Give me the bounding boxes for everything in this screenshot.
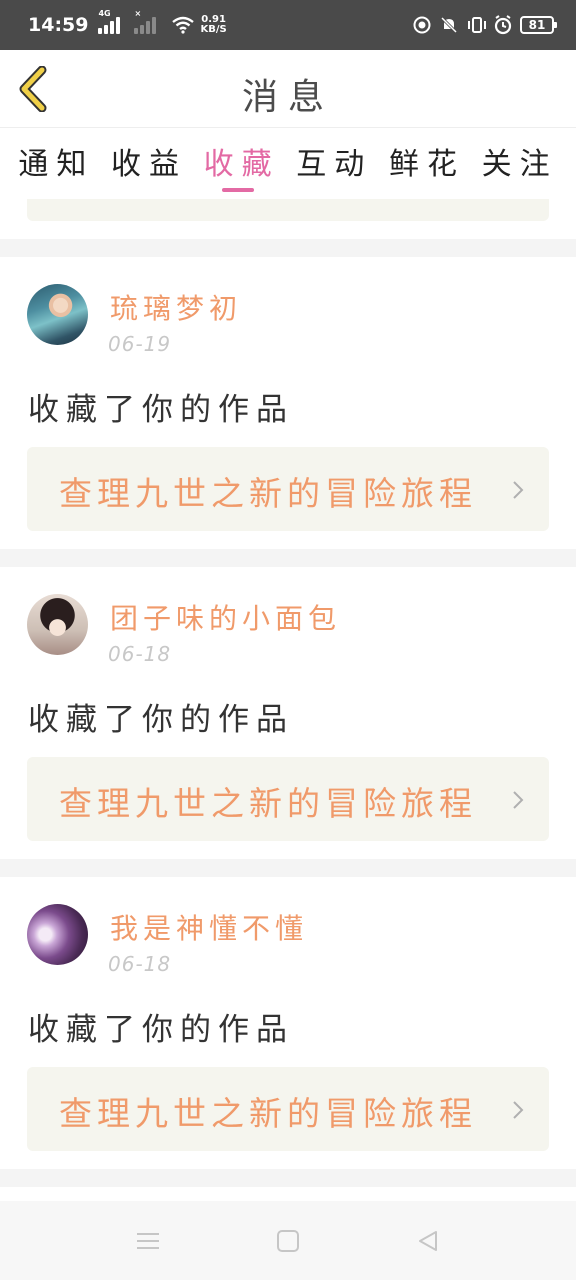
tab-flowers[interactable]: 鲜花 <box>389 129 465 197</box>
status-time: 14:59 <box>28 14 89 36</box>
home-icon <box>277 1229 299 1252</box>
battery-icon: 81 <box>520 16 557 34</box>
tab-follows[interactable]: 关注 <box>482 129 558 197</box>
avatar[interactable] <box>27 594 88 655</box>
menu-button[interactable] <box>133 1226 163 1256</box>
work-title: 查理九世之新的冒险旅程 <box>59 784 477 823</box>
divider <box>0 549 576 567</box>
wifi-icon <box>170 15 196 35</box>
tab-bar: 通知 收益 收藏 互动 鲜花 关注 <box>0 129 576 197</box>
tab-notifications[interactable]: 通知 <box>18 129 94 197</box>
status-bar: 14:59 4G × 0.91 KB/S 81 <box>0 0 576 50</box>
signal-icon: 4G <box>98 9 128 34</box>
message-date: 06-18 <box>108 642 172 666</box>
back-icon <box>419 1230 437 1251</box>
chevron-right-icon <box>513 791 524 809</box>
app-header: 消息 <box>0 50 576 128</box>
message-card: 团子味的小面包 06-18 收藏了你的作品 查理九世之新的冒险旅程 <box>0 567 576 859</box>
tab-earnings[interactable]: 收益 <box>111 129 187 197</box>
tab-favorites[interactable]: 收藏 <box>204 129 280 197</box>
previous-work-link-partial[interactable] <box>27 199 549 221</box>
message-action: 收藏了你的作品 <box>28 392 294 428</box>
vibrate-icon <box>466 15 486 35</box>
chevron-right-icon <box>513 481 524 499</box>
tab-interactions[interactable]: 互动 <box>296 129 372 197</box>
sim2-label: × <box>134 9 142 18</box>
net-speed: 0.91 KB/S <box>200 14 227 35</box>
home-button[interactable] <box>273 1226 303 1256</box>
work-title: 查理九世之新的冒险旅程 <box>59 1094 477 1133</box>
divider <box>0 239 576 257</box>
message-date: 06-19 <box>108 332 172 356</box>
message-date: 06-18 <box>108 952 172 976</box>
divider <box>0 1169 576 1187</box>
message-card: 琉璃梦初 06-19 收藏了你的作品 查理九世之新的冒险旅程 <box>0 257 576 549</box>
system-nav-bar <box>0 1201 576 1280</box>
record-icon <box>412 15 432 35</box>
network-type-label: 4G <box>98 9 111 18</box>
nav-back-button[interactable] <box>413 1226 443 1256</box>
menu-icon <box>137 1232 159 1249</box>
username[interactable]: 琉璃梦初 <box>110 287 242 327</box>
work-link[interactable]: 查理九世之新的冒险旅程 <box>27 1067 549 1151</box>
username[interactable]: 团子味的小面包 <box>110 597 341 637</box>
message-action: 收藏了你的作品 <box>28 1012 294 1048</box>
alarm-icon <box>493 15 513 35</box>
work-link[interactable]: 查理九世之新的冒险旅程 <box>27 447 549 531</box>
work-link[interactable]: 查理九世之新的冒险旅程 <box>27 757 549 841</box>
divider <box>0 859 576 877</box>
avatar[interactable] <box>27 284 88 345</box>
avatar[interactable] <box>27 904 88 965</box>
message-card: 我是神懂不懂 06-18 收藏了你的作品 查理九世之新的冒险旅程 <box>0 877 576 1169</box>
signal-sim2-icon: × <box>134 9 164 34</box>
username[interactable]: 我是神懂不懂 <box>110 907 308 947</box>
message-action: 收藏了你的作品 <box>28 702 294 738</box>
page-title: 消息 <box>241 77 334 118</box>
chevron-right-icon <box>513 1101 524 1119</box>
mute-icon <box>439 15 459 35</box>
work-title: 查理九世之新的冒险旅程 <box>59 474 477 513</box>
